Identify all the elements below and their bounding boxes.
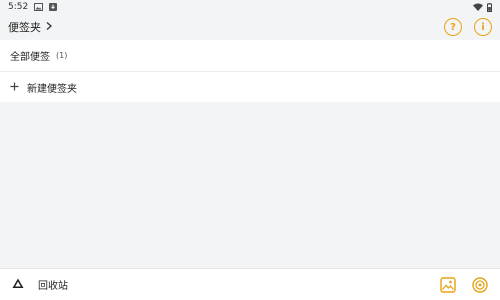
all-notes-label: 全部便签 — [10, 52, 50, 63]
wifi-icon — [473, 3, 483, 11]
status-bar: 5:52 — [0, 0, 500, 14]
new-folder-label: 新建便签夹 — [27, 83, 77, 95]
help-icon-glyph: ? — [450, 21, 456, 33]
new-folder-button[interactable]: 新建便签夹 — [0, 71, 500, 102]
battery-icon — [487, 2, 492, 12]
trash-button[interactable]: 回收站 — [12, 277, 68, 292]
header: 便签夹 ? i — [0, 14, 500, 40]
wallpaper-icon[interactable] — [440, 276, 456, 293]
all-notes-count: (1) — [56, 51, 68, 60]
chevron-right-icon — [45, 21, 53, 34]
info-icon[interactable]: i — [474, 18, 492, 36]
help-icon[interactable]: ? — [444, 18, 462, 36]
folder-title: 便签夹 — [8, 21, 41, 34]
folder-selector[interactable]: 便签夹 — [8, 19, 53, 35]
bottom-bar: 回收站 — [0, 268, 500, 300]
download-icon — [49, 3, 58, 11]
info-icon-glyph: i — [481, 21, 485, 33]
list-item-all-notes[interactable]: 全部便签 (1) — [0, 40, 500, 71]
settings-icon[interactable] — [472, 276, 488, 293]
trash-label: 回收站 — [38, 281, 68, 292]
status-left: 5:52 — [8, 2, 58, 12]
folder-list: 全部便签 (1) 新建便签夹 — [0, 40, 500, 102]
image-icon — [34, 3, 44, 11]
status-right — [473, 2, 492, 12]
status-time: 5:52 — [8, 2, 29, 12]
recycle-icon — [12, 278, 24, 292]
notes-folder-screen: 5:52 便签夹 ? i 全部便签 (1) 新建便签夹 回收站 — [0, 0, 500, 300]
plus-icon — [10, 80, 19, 94]
header-actions: ? i — [444, 18, 492, 36]
bottom-actions — [440, 276, 488, 293]
